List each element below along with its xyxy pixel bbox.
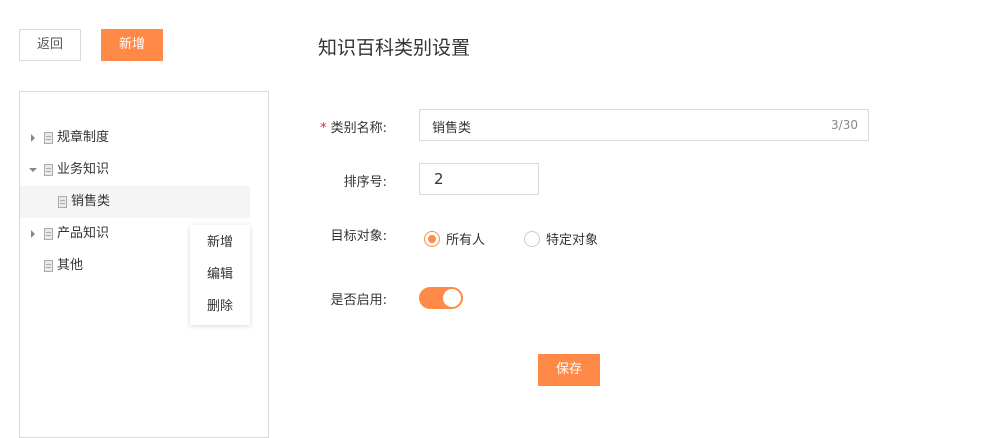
document-icon — [58, 196, 67, 208]
order-label: 排序号: — [343, 175, 387, 190]
tree-node-rules[interactable]: 规章制度 — [28, 122, 250, 154]
tree-node-label: 规章制度 — [57, 130, 110, 145]
radio-everyone[interactable]: 所有人 — [424, 229, 485, 248]
menu-item-add[interactable]: 新增 — [190, 227, 250, 259]
radio-checked-icon[interactable] — [424, 230, 440, 247]
category-name-value: 销售类 — [432, 121, 472, 136]
menu-item-delete[interactable]: 删除 — [190, 291, 250, 323]
tree-node-business[interactable]: 业务知识 — [28, 154, 250, 186]
add-button[interactable]: 新增 — [101, 29, 163, 61]
char-counter: 3/30 — [831, 118, 858, 132]
category-name-label: * 类别名称: — [297, 117, 387, 136]
page-title: 知识百科类别设置 — [318, 37, 471, 59]
document-icon — [44, 260, 53, 272]
back-button[interactable]: 返回 — [19, 29, 81, 61]
context-menu: 新增 编辑 删除 — [190, 225, 250, 325]
enabled-label: 是否启用: — [330, 293, 387, 308]
radio-specific[interactable]: 特定对象 — [524, 229, 598, 248]
tree-node-products[interactable]: 产品知识 — [28, 218, 198, 250]
tree-node-label: 业务知识 — [57, 162, 110, 177]
save-button[interactable]: 保存 — [538, 354, 600, 386]
enabled-toggle[interactable] — [419, 287, 463, 309]
caret-right-icon[interactable] — [28, 229, 38, 239]
caret-right-icon[interactable] — [28, 133, 38, 143]
tree-node-label: 销售类 — [71, 194, 111, 209]
tree-node-other[interactable]: 其他 — [44, 250, 194, 282]
category-name-label-text: 类别名称: — [330, 121, 387, 136]
caret-down-icon[interactable] — [28, 165, 38, 175]
order-input[interactable]: 2 — [419, 163, 539, 195]
tree-node-sales[interactable]: 销售类 — [20, 186, 250, 218]
target-label: 目标对象: — [330, 229, 387, 244]
tree-node-label: 产品知识 — [57, 226, 110, 241]
document-icon — [44, 228, 53, 240]
tree-node-label: 其他 — [57, 258, 84, 273]
document-icon — [44, 132, 53, 144]
menu-item-edit[interactable]: 编辑 — [190, 259, 250, 291]
radio-label: 所有人 — [446, 233, 486, 248]
document-icon — [44, 164, 53, 176]
order-value: 2 — [434, 170, 444, 188]
category-name-input[interactable]: 销售类 3/30 — [419, 109, 869, 141]
toggle-knob — [443, 289, 461, 307]
radio-label: 特定对象 — [546, 233, 599, 248]
radio-unchecked-icon[interactable] — [524, 230, 540, 247]
required-mark: * — [320, 121, 327, 136]
